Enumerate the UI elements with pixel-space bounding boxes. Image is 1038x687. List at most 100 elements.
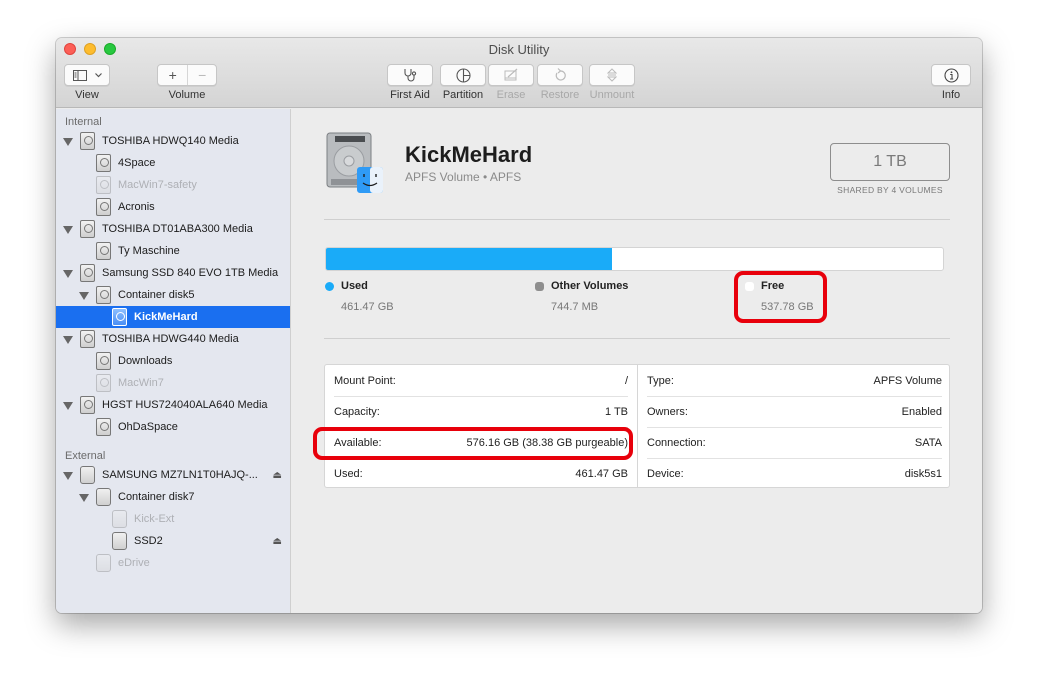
external-drive-icon — [96, 488, 111, 506]
unmount-group: Unmount — [589, 64, 635, 101]
sidebar-item[interactable]: MacWin7 — [56, 372, 290, 394]
divider — [324, 338, 950, 339]
chevron-down-icon — [94, 72, 102, 77]
disclosure-triangle-icon[interactable] — [79, 292, 89, 300]
info-icon — [943, 67, 959, 83]
volume-name: KickMeHard — [405, 142, 533, 167]
hard-drive-icon — [96, 374, 111, 392]
sidebar-item[interactable]: SAMSUNG MZ7LN1T0HAJQ-... ⏏ — [56, 464, 290, 486]
erase-label: Erase — [496, 89, 526, 101]
info-group: Info — [931, 64, 971, 101]
restore-group: Restore — [537, 64, 583, 101]
disclosure-triangle-icon[interactable] — [79, 494, 89, 502]
details-key: Capacity: — [334, 406, 380, 418]
info-label: Info — [941, 89, 961, 101]
pie-icon — [455, 67, 471, 83]
sidebar-item[interactable]: 4Space — [56, 152, 290, 174]
view-button[interactable] — [64, 64, 110, 86]
details-value: / — [624, 374, 628, 387]
view-group: View — [64, 64, 110, 101]
details-value: 461.47 GB — [575, 468, 628, 480]
section-header-external: External — [65, 450, 106, 462]
legend-other-swatch — [535, 282, 544, 291]
sidebar-item[interactable]: TOSHIBA HDWG440 Media — [56, 328, 290, 350]
disclosure-triangle-icon[interactable] — [63, 472, 73, 480]
section-header-internal: Internal — [65, 116, 102, 128]
highlight-free — [734, 271, 827, 323]
restore-icon — [555, 68, 566, 81]
disclosure-triangle-icon[interactable] — [63, 336, 73, 344]
sidebar-item[interactable]: Ty Maschine — [56, 240, 290, 262]
eject-icon[interactable]: ⏏ — [273, 536, 282, 547]
details-table: Mount Point: / Capacity: 1 TB Available: 576.… — [324, 364, 950, 488]
eject-icon[interactable]: ⏏ — [273, 470, 282, 481]
details-value: 1 TB — [604, 406, 628, 418]
unmount-button[interactable] — [589, 64, 635, 86]
divider — [324, 219, 950, 220]
add-volume-button[interactable]: + — [158, 65, 187, 85]
disclosure-triangle-icon[interactable] — [63, 402, 73, 410]
unmount-icon — [607, 68, 617, 82]
details-row: Owners: Enabled — [647, 396, 942, 427]
external-drive-icon — [96, 554, 111, 572]
sidebar-item-label: TOSHIBA HDWG440 Media — [102, 333, 239, 345]
external-drive-icon — [112, 510, 127, 528]
sidebar-item[interactable]: Container disk5 — [56, 284, 290, 306]
sidebar-item-label: Acronis — [118, 201, 155, 213]
sidebar-item-label: Ty Maschine — [118, 245, 180, 257]
details-key: Type: — [647, 374, 674, 387]
disclosure-triangle-icon[interactable] — [63, 138, 73, 146]
erase-group: Erase — [488, 64, 534, 101]
first-aid-group: First Aid — [387, 64, 433, 101]
sidebar-item-label: HGST HUS724040ALA640 Media — [102, 399, 268, 411]
details-left-column: Mount Point: / Capacity: 1 TB Available: 576.… — [325, 365, 636, 487]
info-button[interactable] — [931, 64, 971, 86]
volume-label: Volume — [168, 89, 206, 101]
sidebar-item[interactable]: Acronis — [56, 196, 290, 218]
sidebar-item[interactable]: eDrive — [56, 552, 290, 574]
details-key: Owners: — [647, 406, 688, 418]
first-aid-button[interactable] — [387, 64, 433, 86]
sidebar-item[interactable]: Downloads — [56, 350, 290, 372]
view-label: View — [75, 89, 99, 101]
sidebar-item-label: eDrive — [118, 557, 150, 569]
legend-other-value: 744.7 MB — [551, 301, 599, 313]
sidebar-item[interactable]: HGST HUS724040ALA640 Media — [56, 394, 290, 416]
erase-button[interactable] — [488, 64, 534, 86]
sidebar-item[interactable]: Samsung SSD 840 EVO 1TB Media — [56, 262, 290, 284]
sidebar: Internal External TOSHIBA HDWQ140 Media 4… — [56, 109, 291, 613]
disclosure-triangle-icon[interactable] — [63, 226, 73, 234]
sidebar-item[interactable]: Container disk7 — [56, 486, 290, 508]
partition-label: Partition — [442, 89, 484, 101]
sidebar-item[interactable]: SSD2 ⏏ — [56, 530, 290, 552]
sidebar-item[interactable]: MacWin7-safety — [56, 174, 290, 196]
partition-button[interactable] — [440, 64, 486, 86]
hard-drive-icon — [96, 198, 111, 216]
toolbar: Disk Utility View + − Volume First Aid P… — [56, 38, 982, 108]
volume-group: + − Volume — [157, 64, 217, 101]
hard-drive-icon — [80, 220, 95, 238]
details-row: Capacity: 1 TB — [334, 396, 628, 427]
sidebar-item[interactable]: KickMeHard — [56, 306, 290, 328]
restore-label: Restore — [540, 89, 580, 101]
hard-drive-icon — [96, 418, 111, 436]
details-value: SATA — [914, 437, 942, 449]
sidebar-item[interactable]: Kick-Ext — [56, 508, 290, 530]
restore-button[interactable] — [537, 64, 583, 86]
sidebar-item-label: MacWin7 — [118, 377, 164, 389]
sidebar-item-label: Kick-Ext — [134, 513, 175, 525]
usage-bar — [325, 247, 944, 271]
sidebar-item-label: Samsung SSD 840 EVO 1TB Media — [102, 267, 279, 279]
sidebar-item[interactable]: TOSHIBA HDWQ140 Media — [56, 130, 290, 152]
legend-used-title: Used — [341, 280, 368, 292]
external-drive-icon — [80, 466, 95, 484]
details-row: Device: disk5s1 — [647, 458, 942, 489]
capacity-box: 1 TB — [830, 143, 950, 181]
sidebar-item[interactable]: TOSHIBA DT01ABA300 Media — [56, 218, 290, 240]
sidebar-item[interactable]: OhDaSpace — [56, 416, 290, 438]
hard-drive-icon — [96, 286, 111, 304]
remove-volume-button[interactable]: − — [187, 65, 216, 85]
details-row: Mount Point: / — [334, 365, 628, 396]
details-key: Used: — [334, 468, 363, 480]
disclosure-triangle-icon[interactable] — [63, 270, 73, 278]
